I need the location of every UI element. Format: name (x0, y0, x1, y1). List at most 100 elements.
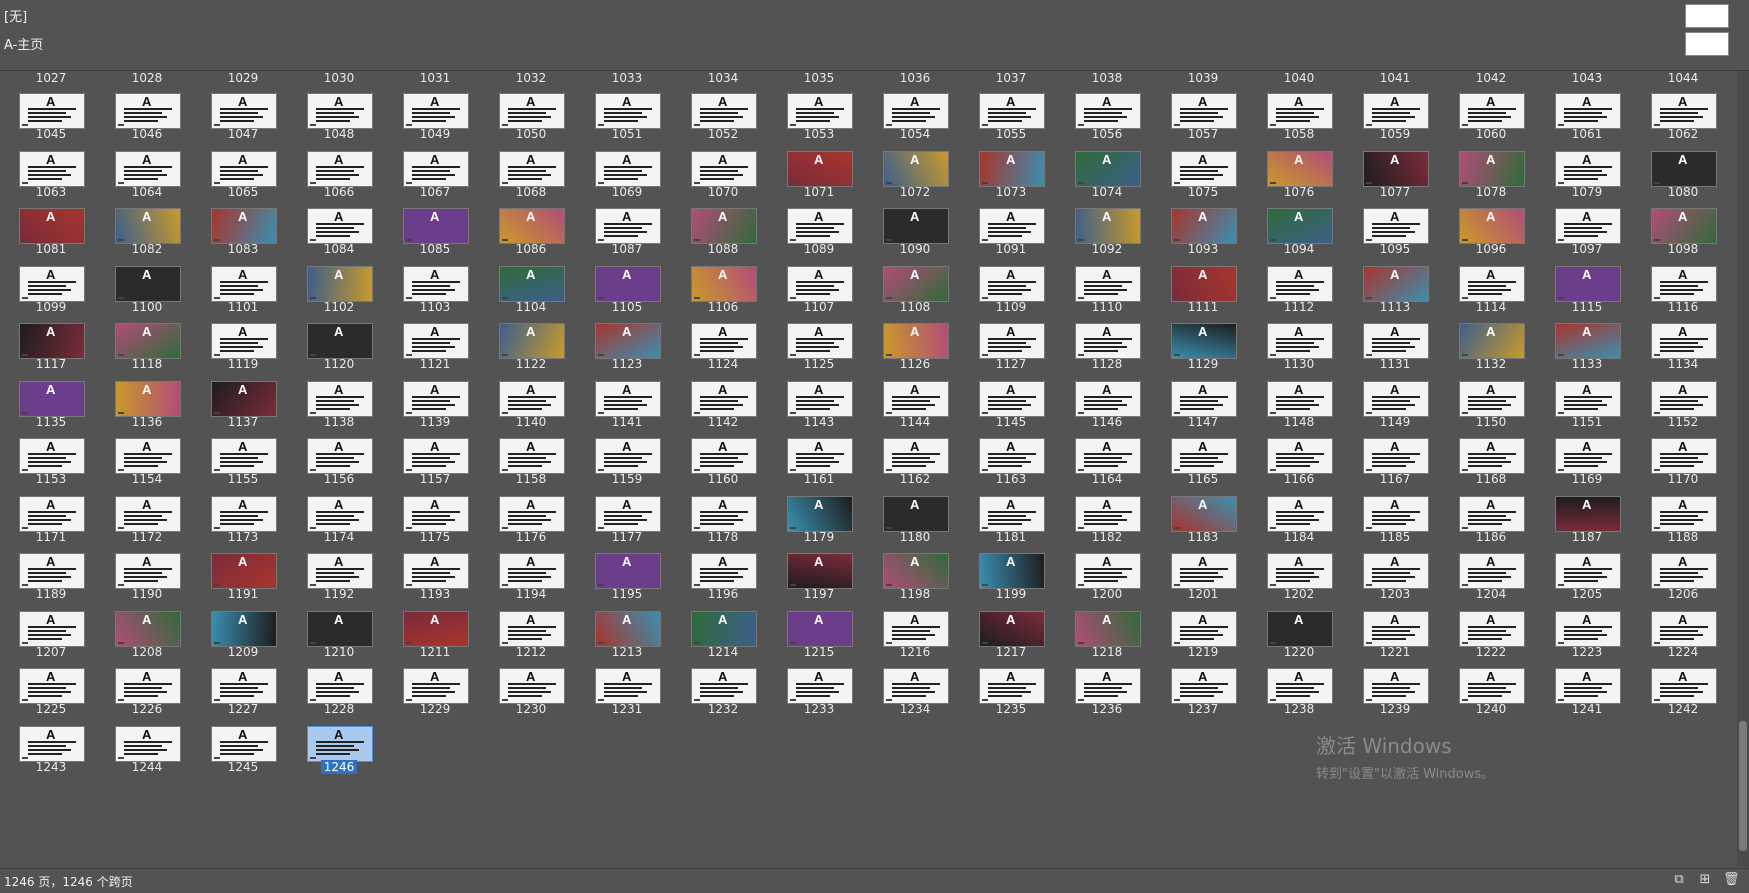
page-thumbnail-1163[interactable]: A 1163 (963, 414, 1059, 486)
page-thumbnail-1087[interactable]: A 1087 (579, 184, 675, 256)
page-preview[interactable]: A (115, 495, 181, 532)
page-thumbnail-1176[interactable]: A 1176 (483, 472, 579, 544)
page-thumbnail-1152[interactable]: A 1152 (1635, 357, 1731, 429)
page-preview[interactable]: A (307, 495, 373, 532)
page-thumbnail-1204[interactable]: A 1204 (1443, 529, 1539, 601)
page-thumbnail-1139[interactable]: A 1139 (387, 357, 483, 429)
page-thumbnail-1154[interactable]: A 1154 (99, 414, 195, 486)
page-thumbnail-1182[interactable]: A 1182 (1059, 472, 1155, 544)
page-thumbnail-1059[interactable]: A 1059 (1347, 71, 1443, 141)
page-thumbnail-1166[interactable]: A 1166 (1251, 414, 1347, 486)
page-preview[interactable]: A (979, 150, 1045, 187)
page-thumbnail-1187[interactable]: A 1187 (1539, 472, 1635, 544)
page-preview[interactable]: A (211, 93, 277, 129)
page-preview[interactable]: A (691, 323, 757, 359)
page-thumbnail-1110[interactable]: A 1110 (1059, 242, 1155, 314)
page-preview[interactable]: A (1075, 380, 1141, 417)
page-thumbnail-1134[interactable]: A 1134 (1635, 299, 1731, 371)
page-preview[interactable]: A (883, 610, 949, 647)
page-preview[interactable]: A (979, 93, 1045, 129)
page-preview[interactable]: A (1267, 553, 1333, 589)
page-preview[interactable]: A (211, 438, 277, 474)
page-thumbnail-1230[interactable]: A 1230 (483, 644, 579, 716)
page-preview[interactable]: A (1459, 323, 1525, 359)
page-thumbnail-1215[interactable]: A 1215 (771, 587, 867, 659)
page-preview[interactable]: A (787, 495, 853, 532)
page-preview[interactable]: A (1363, 438, 1429, 474)
page-thumbnail-1105[interactable]: A 1105 (579, 242, 675, 314)
page-preview[interactable]: A (211, 323, 277, 359)
page-thumbnail-1066[interactable]: A 1066 (291, 127, 387, 199)
page-preview[interactable]: A (19, 495, 85, 532)
page-preview[interactable]: A (787, 323, 853, 359)
page-preview[interactable]: A (1459, 208, 1525, 244)
page-thumbnail-1203[interactable]: A 1203 (1347, 529, 1443, 601)
page-thumbnail-1186[interactable]: A 1186 (1443, 472, 1539, 544)
page-thumbnail-1130[interactable]: A 1130 (1251, 299, 1347, 371)
page-preview[interactable]: A (691, 610, 757, 647)
page-thumbnail-1117[interactable]: A 1117 (3, 299, 99, 371)
page-preview[interactable]: A (1555, 265, 1621, 302)
page-preview[interactable]: A (1267, 610, 1333, 647)
page-preview[interactable]: A (691, 668, 757, 704)
master-none-thumbnail[interactable] (1685, 4, 1729, 28)
page-preview[interactable]: A (787, 208, 853, 244)
page-thumbnail-1188[interactable]: A 1188 (1635, 472, 1731, 544)
page-thumbnail-1111[interactable]: A 1111 (1155, 242, 1251, 314)
page-preview[interactable]: A (307, 553, 373, 589)
page-thumbnail-1124[interactable]: A 1124 (675, 299, 771, 371)
page-preview[interactable]: A (1075, 668, 1141, 704)
page-thumbnail-1143[interactable]: A 1143 (771, 357, 867, 429)
page-preview[interactable]: A (1459, 495, 1525, 532)
page-preview[interactable]: A (307, 668, 373, 704)
page-preview[interactable]: A (1267, 323, 1333, 359)
page-preview[interactable]: A (1075, 323, 1141, 359)
page-preview[interactable]: A (115, 725, 181, 762)
page-preview[interactable]: A (1267, 438, 1333, 474)
page-thumbnail-1169[interactable]: A 1169 (1539, 414, 1635, 486)
page-thumbnail-1057[interactable]: A 1057 (1155, 71, 1251, 141)
page-preview[interactable]: A (307, 208, 373, 244)
page-preview[interactable]: A (883, 553, 949, 589)
page-preview[interactable]: A (403, 150, 469, 187)
page-thumbnail-1076[interactable]: A 1076 (1251, 127, 1347, 199)
page-preview[interactable]: A (403, 380, 469, 417)
page-preview[interactable]: A (499, 668, 565, 704)
page-thumbnail-1196[interactable]: A 1196 (675, 529, 771, 601)
page-thumbnail-1174[interactable]: A 1174 (291, 472, 387, 544)
page-preview[interactable]: A (1075, 495, 1141, 532)
page-thumbnail-1210[interactable]: A 1210 (291, 587, 387, 659)
page-preview[interactable]: A (1171, 93, 1237, 129)
page-thumbnail-1199[interactable]: A 1199 (963, 529, 1059, 601)
page-preview[interactable]: A (1555, 438, 1621, 474)
page-thumbnail-1193[interactable]: A 1193 (387, 529, 483, 601)
page-thumbnail-1079[interactable]: A 1079 (1539, 127, 1635, 199)
page-preview[interactable]: A (403, 93, 469, 129)
page-thumbnail-1102[interactable]: A 1102 (291, 242, 387, 314)
page-thumbnail-1228[interactable]: A 1228 (291, 644, 387, 716)
page-preview[interactable]: A (211, 495, 277, 532)
page-thumbnail-1054[interactable]: A 1054 (867, 71, 963, 141)
page-thumbnail-1197[interactable]: A 1197 (771, 529, 867, 601)
page-thumbnail-1190[interactable]: A 1190 (99, 529, 195, 601)
page-thumbnail-1148[interactable]: A 1148 (1251, 357, 1347, 429)
page-thumbnail-1236[interactable]: A 1236 (1059, 644, 1155, 716)
page-preview[interactable]: A (1459, 668, 1525, 704)
page-preview[interactable]: A (787, 93, 853, 129)
page-thumbnail-1218[interactable]: A 1218 (1059, 587, 1155, 659)
page-thumbnail-1234[interactable]: A 1234 (867, 644, 963, 716)
page-thumbnail-1136[interactable]: A 1136 (99, 357, 195, 429)
page-preview[interactable]: A (1171, 208, 1237, 244)
page-thumbnail-1217[interactable]: A 1217 (963, 587, 1059, 659)
page-preview[interactable]: A (1555, 93, 1621, 129)
page-thumbnail-1155[interactable]: A 1155 (195, 414, 291, 486)
page-preview[interactable]: A (19, 668, 85, 704)
page-thumbnail-1219[interactable]: A 1219 (1155, 587, 1251, 659)
page-thumbnail-1116[interactable]: A 1116 (1635, 242, 1731, 314)
page-thumbnail-1178[interactable]: A 1178 (675, 472, 771, 544)
new-page-icon[interactable]: ⊞ (1697, 872, 1713, 888)
page-preview[interactable]: A (979, 208, 1045, 244)
page-thumbnail-1063[interactable]: A 1063 (3, 127, 99, 199)
page-preview[interactable]: A (1267, 668, 1333, 704)
page-preview[interactable]: A (595, 553, 661, 589)
